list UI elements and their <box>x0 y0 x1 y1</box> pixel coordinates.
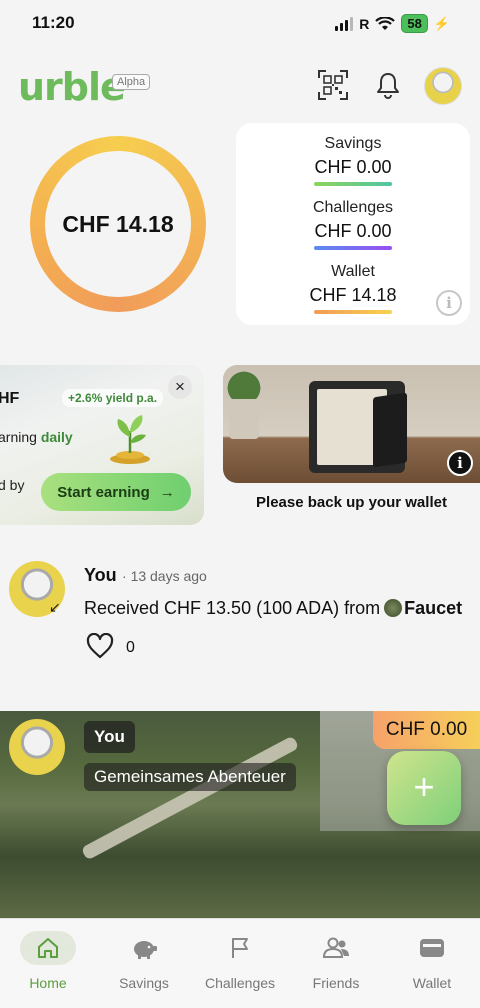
wallet-icon <box>420 939 444 957</box>
heart-icon[interactable] <box>86 633 114 659</box>
tab-home[interactable]: Home <box>0 931 96 991</box>
summary-info-icon[interactable]: i <box>436 290 462 316</box>
tab-wallet[interactable]: Wallet <box>384 931 480 991</box>
summary-label: Wallet <box>331 263 375 280</box>
notifications-button[interactable] <box>372 69 404 101</box>
tab-challenges[interactable]: Challenges <box>192 931 288 991</box>
home-icon <box>38 938 58 958</box>
earn-line-text: arning <box>0 429 37 445</box>
yield-badge: +2.6% yield p.a. <box>62 389 164 407</box>
challenge-title: Gemeinsames Abenteuer <box>84 763 296 791</box>
app-header: urble Alpha <box>0 55 480 115</box>
challenges-color-bar <box>314 246 392 250</box>
tab-label: Savings <box>119 975 169 991</box>
faucet-name: Faucet <box>404 598 463 618</box>
tree-background <box>80 735 300 861</box>
tab-savings[interactable]: Savings <box>96 931 192 991</box>
status-bar: 11:20 R 58 ⚡ <box>0 0 480 48</box>
start-earning-label: Start earning <box>57 483 150 501</box>
earn-card-title: HF <box>0 390 20 407</box>
piggy-bank-icon <box>134 941 157 959</box>
tab-label: Friends <box>312 975 360 991</box>
app-logo: urble <box>18 65 126 109</box>
backup-caption[interactable]: Please back up your wallet <box>223 494 480 511</box>
activity-author: You <box>84 565 117 585</box>
network-indicator: R <box>359 15 370 32</box>
savings-color-bar <box>314 182 392 186</box>
status-time: 11:20 <box>32 13 75 32</box>
summary-value: CHF 0.00 <box>314 221 392 241</box>
cellular-signal-icon <box>335 16 354 31</box>
balance-ring: CHF 14.18 <box>30 136 206 312</box>
summary-challenges[interactable]: Challenges CHF 0.00 <box>236 199 470 250</box>
arrow-right-icon: → <box>159 483 175 501</box>
summary-label: Challenges <box>312 199 394 216</box>
activity-time: 13 days ago <box>130 568 207 584</box>
close-icon[interactable]: × <box>168 375 192 399</box>
incoming-arrow-icon: ↙ <box>49 599 61 615</box>
plant-coins-icon <box>110 415 150 464</box>
summary-value: CHF 14.18 <box>309 285 397 305</box>
alpha-badge: Alpha <box>112 74 151 90</box>
activity-item[interactable]: ↙ You · 13 days ago Received CHF 13.50 (… <box>0 555 480 665</box>
wifi-icon <box>375 16 396 30</box>
summary-value: CHF 0.00 <box>314 157 392 177</box>
profile-avatar[interactable] <box>424 67 462 105</box>
like-count: 0 <box>126 639 135 656</box>
astronaut-avatar <box>9 719 65 775</box>
charging-bolt-icon: ⚡ <box>433 15 450 31</box>
tab-label: Challenges <box>204 975 276 991</box>
separator-dot: · <box>122 568 127 584</box>
challenge-author: You <box>84 721 135 753</box>
total-balance: CHF 14.18 <box>62 210 174 237</box>
tab-label: Home <box>29 975 67 991</box>
wallet-color-bar <box>314 310 392 314</box>
summary-wallet[interactable]: Wallet CHF 14.18 <box>236 263 470 314</box>
tab-label: Wallet <box>412 975 452 991</box>
people-icon <box>322 937 349 958</box>
qr-code-button[interactable] <box>317 69 349 101</box>
challenge-amount: CHF 0.00 <box>373 711 480 749</box>
challenge-card[interactable]: You Gemeinsames Abenteuer CHF 0.00 + <box>0 711 480 919</box>
earn-line-emphasis: daily <box>40 429 73 445</box>
bell-icon <box>377 73 399 99</box>
qr-code-icon <box>318 70 348 100</box>
backup-wallet-card[interactable]: i <box>223 365 480 483</box>
start-earning-button[interactable]: Start earning → <box>41 473 191 511</box>
earn-promo-card[interactable]: HF +2.6% yield p.a. × arning daily d by … <box>0 365 204 525</box>
faucet-avatar <box>384 599 403 617</box>
summary-label: Savings <box>324 135 382 152</box>
tab-friends[interactable]: Friends <box>288 931 384 991</box>
add-challenge-button[interactable]: + <box>387 751 461 825</box>
activity-message: Received CHF 13.50 (100 ADA) from Faucet <box>84 598 463 618</box>
earn-line-2: d by <box>0 477 25 493</box>
summary-savings[interactable]: Savings CHF 0.00 <box>236 135 470 186</box>
backup-info-icon[interactable]: i <box>447 450 473 476</box>
balance-summary-card: Savings CHF 0.00 Challenges CHF 0.00 Wal… <box>236 123 470 325</box>
battery-indicator: 58 <box>401 14 428 33</box>
flag-icon <box>232 938 248 958</box>
bottom-tab-bar: Home Savings Challenges Friends Wallet <box>0 918 480 1008</box>
